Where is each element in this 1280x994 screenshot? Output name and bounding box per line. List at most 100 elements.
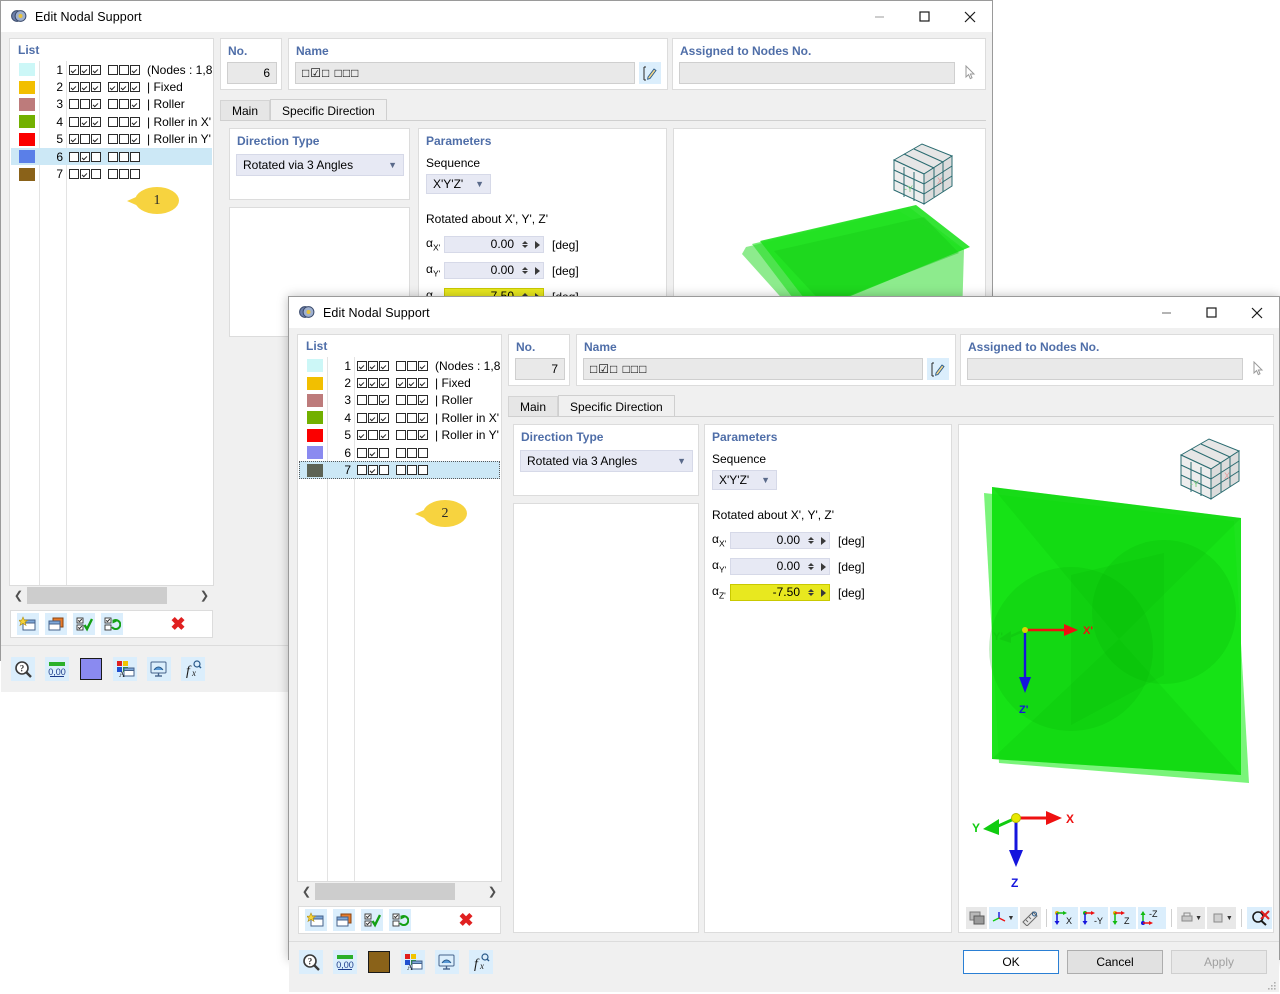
cb-group-1[interactable] xyxy=(357,378,389,389)
list-item[interactable]: 4 | Roller in X' xyxy=(11,113,212,130)
copy-item-button-1[interactable] xyxy=(45,613,67,635)
edit-nodal-support-window-2[interactable]: Edit Nodal Support List 1 (Nodes : 1,8,11… xyxy=(288,296,1280,992)
alpha-x-value-1[interactable]: 0.00 xyxy=(444,236,519,253)
list-item-checkbox[interactable] xyxy=(108,169,118,180)
cb-group-2[interactable] xyxy=(108,134,140,145)
scroll-track-2[interactable] xyxy=(315,883,484,900)
window-controls-2[interactable] xyxy=(1144,297,1279,328)
alpha-z-value-2[interactable]: -7.50 xyxy=(730,584,805,601)
minimize-button-1[interactable] xyxy=(857,1,902,32)
name-input-2[interactable]: □☑□ □□□ xyxy=(583,358,923,380)
help-info-button-1[interactable]: ? xyxy=(11,657,35,681)
list-item[interactable]: 3 | Roller xyxy=(299,392,500,409)
view-z-button[interactable]: Z xyxy=(1109,907,1136,929)
scroll-thumb-1[interactable] xyxy=(27,587,167,604)
list-item-checkbox[interactable] xyxy=(418,447,428,458)
list-item-checkbox[interactable] xyxy=(130,169,140,180)
list-item-checkbox[interactable] xyxy=(379,360,389,371)
alpha-y-stepper-2[interactable] xyxy=(805,558,817,575)
list-item-checkbox[interactable] xyxy=(407,430,417,441)
list-item-checkbox[interactable] xyxy=(80,64,90,75)
direction-type-combo-2[interactable]: Rotated via 3 Angles ▼ xyxy=(520,450,693,472)
list-item-checkbox[interactable] xyxy=(418,360,428,371)
sequence-combo-1[interactable]: X'Y'Z' ▼ xyxy=(426,174,491,194)
numeric-format-button-1[interactable]: 0,00 xyxy=(45,657,69,681)
scroll-track-1[interactable] xyxy=(27,587,196,604)
list-item-checkbox[interactable] xyxy=(407,378,417,389)
list-item[interactable]: 2 | Fixed xyxy=(299,374,500,391)
sequence-combo-2[interactable]: X'Y'Z' ▼ xyxy=(712,470,777,490)
list-item-checkbox[interactable] xyxy=(368,395,378,406)
list-item-checkbox[interactable] xyxy=(119,82,129,93)
tab-main-1[interactable]: Main xyxy=(220,100,271,121)
cb-group-1[interactable] xyxy=(69,151,101,162)
tabstrip-2[interactable]: Main Specific Direction xyxy=(508,395,1274,417)
cb-group-2[interactable] xyxy=(396,465,428,476)
delete-item-button-1[interactable]: ✖ xyxy=(167,613,189,635)
scroll-left-button-2[interactable]: ❮ xyxy=(298,883,315,900)
list-item[interactable]: 1 (Nodes : 1,8,11) | H xyxy=(11,61,212,78)
delete-item-button-2[interactable]: ✖ xyxy=(455,909,477,931)
viewport-2[interactable]: X' Z' Y' X Z Y -Y X ▼ X -Y Z -Z ▼ ▼ xyxy=(958,424,1274,933)
alpha-x-stepper-1[interactable] xyxy=(519,236,531,253)
render-settings-button-2[interactable] xyxy=(435,950,459,974)
list-item-checkbox[interactable] xyxy=(69,151,79,162)
list-item-checkbox[interactable] xyxy=(119,151,129,162)
cb-group-2[interactable] xyxy=(108,169,140,180)
cb-group-2[interactable] xyxy=(108,116,140,127)
edit-name-icon[interactable] xyxy=(927,358,949,380)
direction-type-combo-1[interactable]: Rotated via 3 Angles ▼ xyxy=(236,154,404,176)
list-hscrollbar-1[interactable]: ❮ ❯ xyxy=(10,587,213,604)
tab-specific-direction-1[interactable]: Specific Direction xyxy=(270,99,387,121)
scroll-left-button-1[interactable]: ❮ xyxy=(10,587,27,604)
resize-grip[interactable] xyxy=(1267,980,1277,990)
list-item[interactable]: 6 xyxy=(11,147,212,166)
window-controls-1[interactable] xyxy=(857,1,992,32)
list-item-checkbox[interactable] xyxy=(108,99,118,110)
list-item-checkbox[interactable] xyxy=(396,447,406,458)
copy-item-button-2[interactable] xyxy=(333,909,355,931)
list-item-checkbox[interactable] xyxy=(396,395,406,406)
cb-group-1[interactable] xyxy=(69,82,101,93)
list-item-checkbox[interactable] xyxy=(357,378,367,389)
alpha-y-spin-1[interactable]: 0.00 xyxy=(444,262,544,279)
list-item-checkbox[interactable] xyxy=(396,412,406,423)
list-item-checkbox[interactable] xyxy=(379,412,389,423)
list-item-checkbox[interactable] xyxy=(108,116,118,127)
cb-group-1[interactable] xyxy=(69,99,101,110)
list-item[interactable]: 5 | Roller in Y' xyxy=(299,427,500,444)
list-item-checkbox[interactable] xyxy=(119,64,129,75)
cb-group-1[interactable] xyxy=(357,465,389,476)
list-item-checkbox[interactable] xyxy=(368,378,378,389)
list-item-checkbox[interactable] xyxy=(80,151,90,162)
viewport-toolbar-2[interactable]: ▼ X -Y Z -Z ▼ ▼ xyxy=(960,905,1273,931)
new-item-button-2[interactable] xyxy=(305,909,327,931)
list-item-checkbox[interactable] xyxy=(368,360,378,371)
formula-button-1[interactable]: fx xyxy=(181,657,205,681)
dialog-buttons-2[interactable]: OK Cancel Apply xyxy=(963,950,1267,974)
list-item-checkbox[interactable] xyxy=(130,64,140,75)
list-hscrollbar-2[interactable]: ❮ ❯ xyxy=(298,883,501,900)
list-item-checkbox[interactable] xyxy=(119,134,129,145)
color-swatch-button-2[interactable] xyxy=(367,950,391,974)
alpha-x-spin-1[interactable]: 0.00 xyxy=(444,236,544,253)
list-item-checkbox[interactable] xyxy=(357,447,367,458)
formula-button-2[interactable]: fx xyxy=(469,950,493,974)
cancel-button[interactable]: Cancel xyxy=(1067,950,1163,974)
tabstrip-1[interactable]: Main Specific Direction xyxy=(220,99,986,121)
select-all-button-1[interactable] xyxy=(73,613,95,635)
alpha-y-value-1[interactable]: 0.00 xyxy=(444,262,519,279)
support-list-2[interactable]: List 1 (Nodes : 1,8,11) | H 2 | Fixed 3 | Rol… xyxy=(297,334,502,882)
cb-group-2[interactable] xyxy=(108,64,140,75)
list-item-checkbox[interactable] xyxy=(80,116,90,127)
list-item-checkbox[interactable] xyxy=(407,465,417,476)
cb-group-1[interactable] xyxy=(69,116,101,127)
scroll-right-button-2[interactable]: ❯ xyxy=(484,883,501,900)
cb-group-2[interactable] xyxy=(108,151,140,162)
list-item-checkbox[interactable] xyxy=(91,64,101,75)
list-item[interactable]: 3 | Roller xyxy=(11,96,212,113)
list-item-checkbox[interactable] xyxy=(91,134,101,145)
alpha-z-stepper-2[interactable] xyxy=(805,584,817,601)
help-info-button-2[interactable]: ? xyxy=(299,950,323,974)
cb-group-1[interactable] xyxy=(357,360,389,371)
